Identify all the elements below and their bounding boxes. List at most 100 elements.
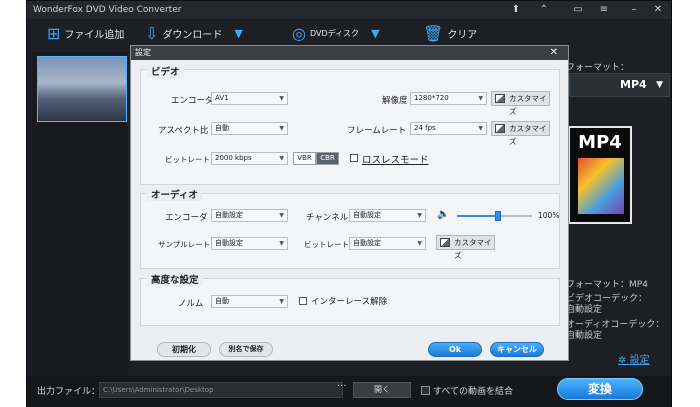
framerate-select[interactable]: 24 fps ▼ [410, 122, 487, 135]
volume-slider-fill [457, 215, 499, 217]
audio-section-title: オーディオ [147, 187, 202, 201]
audio-bitrate-value: 自動設定 [353, 239, 381, 247]
chevron-down-icon: ▼ [279, 212, 284, 219]
video-bitrate-value: 2000 kbps [215, 154, 252, 162]
resolution-label: 解像度 [382, 96, 408, 106]
menu-icon[interactable]: ≡ [593, 1, 615, 19]
add-file-label: ファイル追加 [64, 29, 125, 41]
dialog-close-icon[interactable]: ✕ [550, 46, 558, 60]
volume-icon: 🔈 [437, 209, 450, 220]
samplerate-select[interactable]: 自動設定 ▼ [211, 237, 288, 250]
audio-bitrate-label: ビットレート [304, 240, 349, 249]
resolution-select[interactable]: 1280*720 ▼ [410, 92, 487, 105]
download-dropdown-icon[interactable]: ▼ [234, 27, 242, 40]
framerate-customize-button[interactable]: カスタマイズ [491, 121, 550, 146]
customize-icon [495, 124, 505, 133]
audio-encoder-value: 自動設定 [215, 211, 243, 219]
norm-value: 自動 [215, 297, 229, 305]
download-button[interactable]: ⇩ ダウンロード ▼ [145, 19, 243, 47]
format-select[interactable]: MP4 ▼ [569, 73, 670, 97]
video-encoder-value: AV1 [215, 94, 229, 102]
resolution-value: 1280*720 [414, 94, 449, 102]
app-title: WonderFox DVD Video Converter [33, 5, 182, 15]
dialog-title-bar: 設定 [131, 46, 568, 60]
channel-value: 自動設定 [353, 211, 381, 219]
chevron-down-icon: ▼ [417, 212, 422, 219]
video-thumbnail[interactable] [37, 56, 127, 122]
norm-select[interactable]: 自動 ▼ [211, 295, 288, 308]
framerate-label: フレームレート [347, 126, 407, 136]
dvd-disc-label: DVDディスク [309, 28, 360, 38]
dvd-disc-button[interactable]: ◎ DVDディスク ▼ [292, 19, 380, 47]
merge-checkbox[interactable] [421, 386, 430, 395]
browse-button[interactable]: ··· [337, 381, 347, 392]
toolbar: ⊞ ファイル追加 ⇩ ダウンロード ▼ ◎ DVDディスク ▼ 🗑 クリア [27, 19, 671, 47]
convert-button[interactable]: 変換 [557, 378, 643, 400]
video-bitrate-label: ビットレート [165, 155, 210, 164]
clear-button[interactable]: 🗑 クリア [423, 19, 477, 47]
chevron-down-icon: ▼ [478, 95, 483, 102]
output-label: 出力ファイル： [37, 387, 101, 397]
info-format: フォーマット：MP4 [566, 280, 648, 290]
video-encoder-select[interactable]: AV1 ▼ [211, 92, 288, 105]
resolution-customize-button[interactable]: カスタマイズ [491, 91, 550, 116]
chat-icon[interactable]: ▭ [567, 1, 589, 19]
merge-label: すべての動画を結合 [433, 387, 514, 397]
audio-bitrate-select[interactable]: 自動設定 ▼ [349, 237, 426, 250]
add-file-icon: ⊞ [47, 23, 61, 43]
audio-section [140, 193, 560, 269]
cancel-button[interactable]: キャンセル [490, 342, 544, 357]
cbr-toggle[interactable]: CBR [316, 152, 339, 165]
minimize-icon[interactable]: – [623, 1, 645, 19]
lossless-checkbox[interactable] [350, 154, 358, 162]
aspect-ratio-select[interactable]: 自動 ▼ [211, 122, 288, 135]
dvd-dropdown-icon[interactable]: ▼ [371, 27, 379, 40]
trash-icon: 🗑 [423, 23, 444, 43]
save-as-button[interactable]: 別名で保存 [219, 342, 273, 357]
chevron-down-icon: ▼ [279, 155, 284, 162]
customize-icon [440, 238, 450, 247]
chevron-down-icon: ▼ [417, 240, 422, 247]
close-icon[interactable]: ✕ [647, 1, 669, 19]
format-preview-image: MP4 [568, 126, 632, 224]
deinterlace-checkbox[interactable] [299, 297, 307, 305]
format-label: フォーマット： [566, 63, 630, 73]
audio-encoder-select[interactable]: 自動設定 ▼ [211, 209, 288, 222]
aspect-ratio-label: アスペクト比 [158, 126, 209, 136]
info-acodec-value: 自動設定 [566, 331, 603, 341]
output-path-field[interactable]: C:\Users\Administrator\Desktop [99, 382, 343, 398]
samplerate-label: サンプルレート [158, 240, 211, 249]
video-bitrate-select[interactable]: 2000 kbps ▼ [211, 152, 288, 165]
audio-customize-button[interactable]: カスタマイズ [436, 235, 495, 260]
volume-slider-knob[interactable] [495, 211, 502, 221]
lossless-label: ロスレスモード [362, 155, 429, 166]
chevron-down-icon: ▼ [279, 125, 284, 132]
aspect-ratio-value: 自動 [215, 124, 229, 132]
download-icon: ⇩ [145, 23, 159, 43]
chevron-down-icon: ▼ [279, 298, 284, 305]
channel-select[interactable]: 自動設定 ▼ [349, 209, 426, 222]
add-file-button[interactable]: ⊞ ファイル追加 [47, 19, 124, 47]
skin-icon[interactable]: ⌃ [533, 1, 555, 19]
customize-icon [495, 94, 505, 103]
channel-label: チャンネル [306, 213, 349, 223]
video-encoder-label: エンコーダ [171, 96, 214, 106]
format-preview-text: MP4 [578, 132, 622, 153]
deinterlace-label: インターレース解除 [311, 297, 388, 307]
upload-icon[interactable]: ⬆ [505, 1, 527, 19]
settings-link[interactable]: ✲ 設定 [618, 351, 650, 366]
format-preview-art [578, 158, 624, 214]
info-vcodec-value: 自動設定 [566, 305, 603, 315]
clear-label: クリア [447, 29, 478, 41]
norm-label: ノルム [178, 299, 204, 309]
download-label: ダウンロード [162, 29, 223, 41]
settings-dialog: 設定 ✕ ビデオ エンコーダ AV1 ▼ 解像度 1280*720 ▼ カスタマイズ… [130, 45, 569, 361]
chevron-down-icon: ▼ [279, 240, 284, 247]
reset-button[interactable]: 初期化 [157, 342, 211, 357]
vbr-toggle[interactable]: VBR [293, 152, 316, 165]
dialog-title: 設定 [135, 48, 151, 57]
ok-button[interactable]: Ok [428, 342, 482, 357]
open-button[interactable]: 開く [353, 382, 411, 398]
samplerate-value: 自動設定 [215, 239, 243, 247]
gear-icon: ✲ [618, 355, 627, 366]
